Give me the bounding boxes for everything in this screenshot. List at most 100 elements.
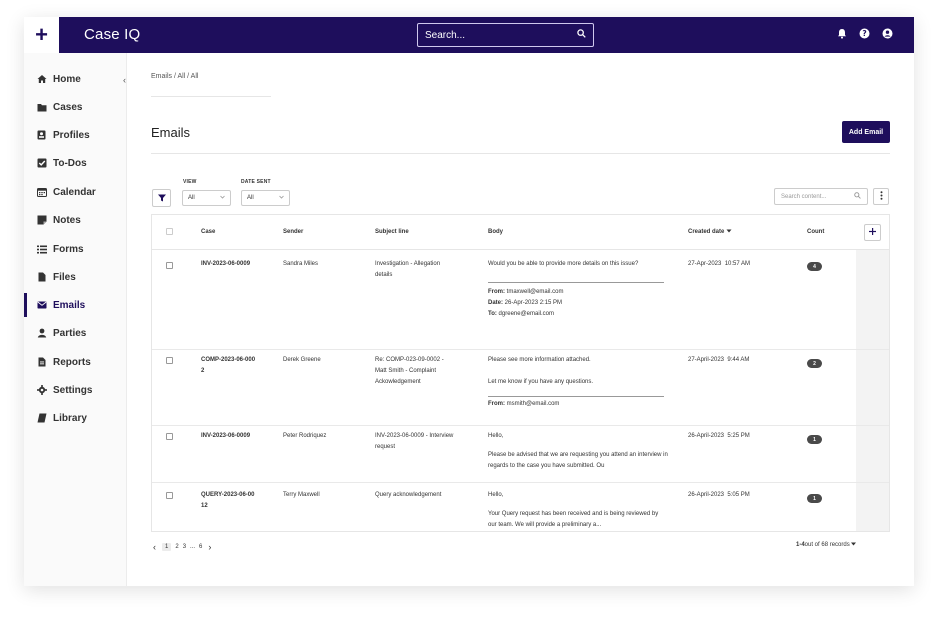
divider [151,96,271,97]
view-select-value: All [188,195,195,201]
sidebar-item-parties[interactable]: Parties [24,321,127,345]
case-id[interactable]: INV-2023-06-0009 [201,259,256,270]
row-checkbox[interactable] [166,492,173,499]
body-paragraph: Please be advised that we are requesting… [488,452,668,469]
quote-separator [488,396,664,397]
body-paragraph: Hello, [488,433,504,439]
date-sent-filter-label: DATE SENT [241,179,271,185]
sidebar-item-home[interactable]: Home [24,67,127,91]
row-checkbox[interactable] [166,357,173,364]
row-checkbox[interactable] [166,433,173,440]
column-header-count[interactable]: Count [807,229,824,235]
page-link[interactable]: 2 [175,544,178,550]
add-column-button[interactable] [864,224,881,241]
content-search-input[interactable]: Search content... [774,188,868,205]
user-account-icon[interactable] [881,27,894,40]
sender-name: Terry Maxwell [283,492,320,498]
sidebar-item-files[interactable]: Files [24,265,127,289]
search-icon[interactable] [577,29,586,41]
new-item-button[interactable]: + [24,17,59,53]
email-body: Hello, Please be advised that we are req… [488,431,668,472]
sidebar-item-forms[interactable]: Forms [24,237,127,261]
column-header-subject[interactable]: Subject line [375,229,409,235]
sort-down-icon [726,229,732,235]
list-icon [36,244,47,255]
body-paragraph: Let me know if you have any questions. [488,379,594,385]
search-icon[interactable] [854,192,861,201]
sidebar-item-profiles[interactable]: Profiles [24,123,127,147]
sidebar-item-todos[interactable]: To-Dos [24,151,127,175]
records-total: out of 68 records [804,542,850,548]
kebab-menu-icon [880,191,883,202]
sidebar-item-notes[interactable]: Notes [24,208,127,232]
table-row[interactable]: COMP-2023-06-0002 Derek Greene Re: COMP-… [152,350,889,426]
sidebar-item-emails[interactable]: Emails [24,293,127,317]
records-count[interactable]: 1-4out of 68 records [796,542,857,548]
previous-page-icon[interactable]: ‹ [151,541,158,553]
subject-line[interactable]: Re: COMP-023-09-0002 - Matt Smith - Comp… [375,355,457,388]
table-row[interactable]: QUERY-2023-06-0012 Terry Maxwell Query a… [152,483,889,531]
sidebar-item-label: Calendar [53,186,96,198]
folder-icon [36,102,47,113]
case-id[interactable]: QUERY-2023-06-0012 [201,490,256,512]
page-ellipsis: ... [190,544,196,550]
breadcrumb[interactable]: Emails / All / All [151,73,198,80]
help-icon[interactable]: ? [858,27,871,40]
page-link[interactable]: 6 [199,544,202,550]
table-header: Case Sender Subject line Body Created da… [152,215,889,250]
body-paragraph: Your Query request has been received and… [488,511,659,528]
row-checkbox[interactable] [166,262,173,269]
subject-line[interactable]: INV-2023-06-0009 - Interview request [375,431,455,453]
search-input[interactable]: Search... [417,23,594,47]
quote-from: From: tmaxwell@email.com [488,289,564,295]
bell-icon[interactable] [835,27,848,40]
page-link-active[interactable]: 1 [162,543,172,551]
sidebar-item-library[interactable]: Library [24,406,127,430]
column-header-case[interactable]: Case [201,229,215,235]
filter-button[interactable] [152,189,171,207]
sidebar: ‹ Home Cases Profiles To-Dos Calendar No… [24,53,127,586]
view-select[interactable]: All [182,190,231,206]
select-all-checkbox[interactable] [166,228,173,235]
column-header-body[interactable]: Body [488,229,503,235]
brand-logo[interactable]: Case IQ [84,26,140,43]
body-paragraph: Please see more information attached. [488,357,591,363]
view-filter-label: VIEW [183,179,197,185]
person-icon [36,328,47,339]
subject-line[interactable]: Query acknowledgement [375,490,465,501]
sidebar-item-label: Files [53,271,76,283]
date-sent-select[interactable]: All [241,190,290,206]
divider [151,153,890,154]
filter-icon [157,189,166,207]
page-link[interactable]: 3 [183,544,186,550]
home-icon [36,74,47,85]
sidebar-item-label: Notes [53,214,81,226]
sidebar-item-label: Home [53,73,81,85]
table-row[interactable]: INV-2023-06-0009 Sandra Miles Investigat… [152,250,889,350]
pagination: ‹ 1 2 3 ... 6 › [151,541,213,553]
top-bar: + Case IQ Search... ? [24,17,914,53]
email-body: Hello, Your Query request has been recei… [488,490,668,531]
sidebar-item-reports[interactable]: Reports [24,350,127,374]
sidebar-item-label: Emails [53,299,86,311]
count-badge: 1 [807,494,822,503]
case-id[interactable]: INV-2023-06-0009 [201,431,256,442]
column-header-created-date[interactable]: Created date [688,229,732,235]
book-icon [36,413,47,424]
sidebar-item-calendar[interactable]: Calendar [24,180,127,204]
row-filler [856,483,889,531]
column-header-sender[interactable]: Sender [283,229,303,235]
plus-icon [869,227,876,238]
count-badge: 2 [807,359,822,368]
sidebar-item-cases[interactable]: Cases [24,95,127,119]
subject-line[interactable]: Investigation - Allegation details [375,259,455,281]
add-email-button[interactable]: Add Email [842,121,890,143]
table-row[interactable]: INV-2023-06-0009 Peter Rodriquez INV-202… [152,426,889,483]
sidebar-item-label: Reports [53,356,91,368]
next-page-icon[interactable]: › [206,541,213,553]
body-paragraph: Hello, [488,492,504,498]
sidebar-item-settings[interactable]: Settings [24,378,127,402]
more-options-button[interactable] [873,188,889,205]
case-id[interactable]: COMP-2023-06-0002 [201,355,256,377]
count-badge: 4 [807,262,822,271]
